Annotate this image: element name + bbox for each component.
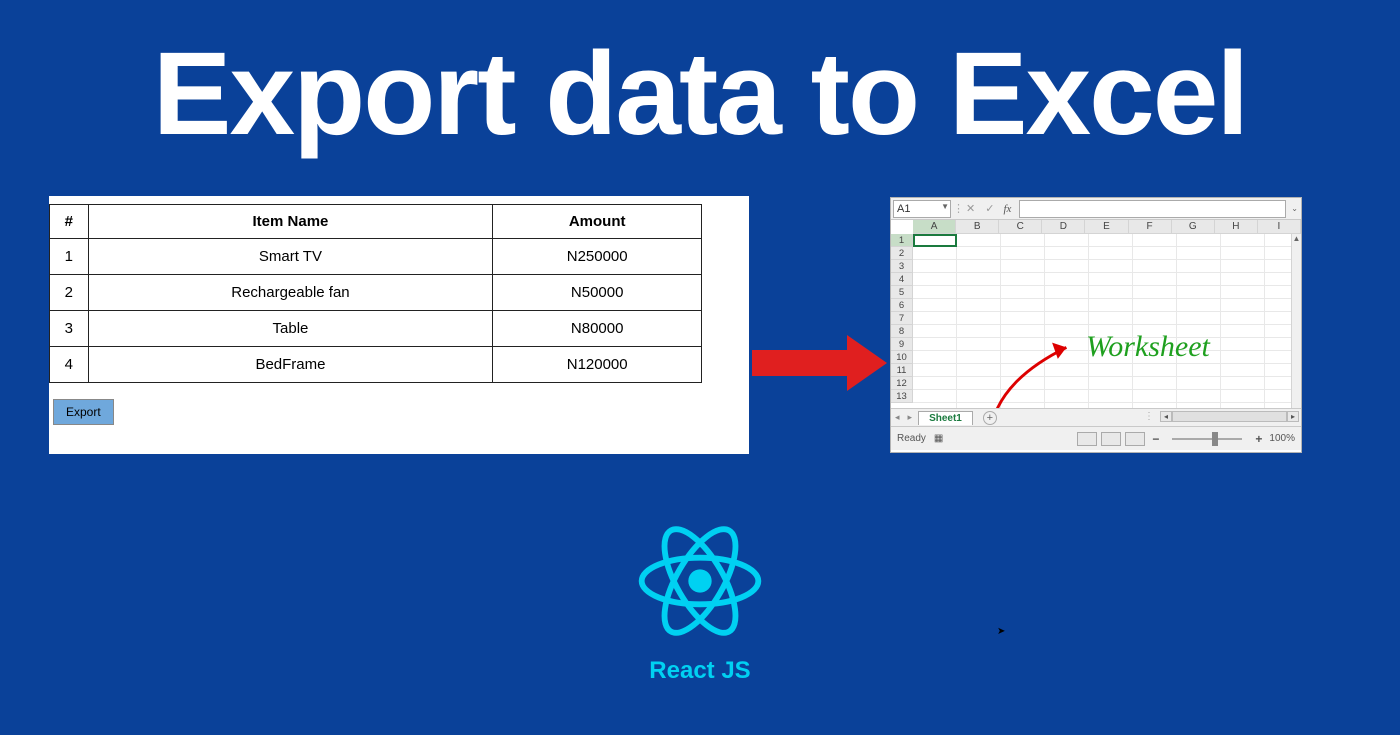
record-macro-icon[interactable]: ▦ <box>934 433 943 444</box>
column-header[interactable]: B <box>956 220 999 233</box>
row-header[interactable]: 13 <box>891 390 913 403</box>
row-headers: 1 2 3 4 5 6 7 8 9 10 11 12 13 <box>891 234 913 403</box>
view-page-break-icon[interactable] <box>1125 432 1145 446</box>
check-icon[interactable]: ✓ <box>980 202 999 215</box>
vertical-scrollbar[interactable]: ▲ <box>1291 234 1301 408</box>
column-header[interactable]: C <box>999 220 1042 233</box>
cell-item: Rechargeable fan <box>88 275 493 311</box>
separator-icon: ⋮ <box>1138 411 1160 422</box>
formula-bar: A1 ▼ ⋮ ✕ ✓ fx ⌄ <box>891 198 1301 220</box>
status-ready: Ready <box>897 433 926 444</box>
view-page-layout-icon[interactable] <box>1101 432 1121 446</box>
react-branding: React JS <box>630 516 770 685</box>
annotation-arrow-icon <box>973 335 1093 408</box>
zoom-slider[interactable] <box>1172 438 1242 440</box>
react-logo-icon <box>630 516 770 646</box>
cell-item: Table <box>88 311 493 347</box>
data-table: # Item Name Amount 1 Smart TV N250000 2 … <box>49 204 702 383</box>
horizontal-scrollbar[interactable] <box>1172 411 1287 422</box>
worksheet-annotation: Worksheet <box>1086 330 1210 364</box>
row-header[interactable]: 6 <box>891 299 913 312</box>
column-header[interactable]: G <box>1172 220 1215 233</box>
column-header[interactable]: A <box>913 220 956 233</box>
column-header[interactable]: I <box>1258 220 1301 233</box>
cell-amount: N120000 <box>493 347 702 383</box>
cursor-icon: ➤ <box>997 626 1005 637</box>
cell-amount: N80000 <box>493 311 702 347</box>
scroll-up-icon[interactable]: ▲ <box>1292 234 1301 244</box>
row-header[interactable]: 10 <box>891 351 913 364</box>
active-cell[interactable] <box>913 234 957 247</box>
row-header[interactable]: 7 <box>891 312 913 325</box>
fx-icon[interactable]: fx <box>999 203 1015 215</box>
sheet-tab[interactable]: Sheet1 <box>918 411 973 425</box>
row-header[interactable]: 11 <box>891 364 913 377</box>
data-table-panel: # Item Name Amount 1 Smart TV N250000 2 … <box>49 196 749 454</box>
row-header[interactable]: 4 <box>891 273 913 286</box>
header-item: Item Name <box>88 205 493 239</box>
row-header[interactable]: 3 <box>891 260 913 273</box>
zoom-level[interactable]: 100% <box>1269 433 1295 444</box>
scroll-left-icon[interactable]: ◂ <box>1160 411 1172 422</box>
arrow-icon <box>752 335 887 385</box>
column-headers: A B C D E F G H I <box>913 220 1301 234</box>
dropdown-icon[interactable]: ▼ <box>941 202 949 211</box>
name-box-value: A1 <box>897 203 910 215</box>
cell-index: 3 <box>50 311 89 347</box>
row-header[interactable]: 2 <box>891 247 913 260</box>
row-header[interactable]: 1 <box>891 234 913 247</box>
header-amount: Amount <box>493 205 702 239</box>
zoom-out-button[interactable]: − <box>1149 432 1162 446</box>
scroll-right-icon[interactable]: ▸ <box>1287 411 1299 422</box>
cells-area[interactable] <box>913 234 1291 408</box>
row-header[interactable]: 9 <box>891 338 913 351</box>
table-row: 1 Smart TV N250000 <box>50 239 702 275</box>
status-bar: Ready ▦ − + 100% <box>891 426 1301 450</box>
separator-icon: ⋮ <box>953 202 961 215</box>
column-header[interactable]: E <box>1085 220 1128 233</box>
row-header[interactable]: 12 <box>891 377 913 390</box>
cell-index: 2 <box>50 275 89 311</box>
table-row: 4 BedFrame N120000 <box>50 347 702 383</box>
cell-item: Smart TV <box>88 239 493 275</box>
excel-preview: A1 ▼ ⋮ ✕ ✓ fx ⌄ A B C D E F G H I 1 2 3 … <box>890 197 1302 453</box>
table-row: 3 Table N80000 <box>50 311 702 347</box>
cell-item: BedFrame <box>88 347 493 383</box>
sheet-nav-next-icon[interactable]: ▸ <box>904 412 917 423</box>
column-header[interactable]: H <box>1215 220 1258 233</box>
cell-index: 4 <box>50 347 89 383</box>
row-header[interactable]: 8 <box>891 325 913 338</box>
column-header[interactable]: F <box>1129 220 1172 233</box>
row-header[interactable]: 5 <box>891 286 913 299</box>
spreadsheet-grid[interactable]: A B C D E F G H I 1 2 3 4 5 6 7 8 9 10 1… <box>891 220 1301 408</box>
cell-index: 1 <box>50 239 89 275</box>
zoom-in-button[interactable]: + <box>1252 432 1265 446</box>
sheet-nav-prev-icon[interactable]: ◂ <box>891 412 904 423</box>
cancel-icon[interactable]: ✕ <box>961 202 980 215</box>
table-row: 2 Rechargeable fan N50000 <box>50 275 702 311</box>
zoom-slider-thumb[interactable] <box>1212 432 1218 446</box>
header-index: # <box>50 205 89 239</box>
cell-amount: N250000 <box>493 239 702 275</box>
column-header[interactable]: D <box>1042 220 1085 233</box>
sheet-tabs-bar: ◂ ▸ Sheet1 ➤ + ⋮ ◂ ▸ <box>891 408 1301 426</box>
dropdown-icon[interactable]: ⌄ <box>1288 204 1301 213</box>
view-normal-icon[interactable] <box>1077 432 1097 446</box>
formula-input[interactable] <box>1019 200 1286 218</box>
add-sheet-button[interactable]: + <box>983 411 997 425</box>
name-box[interactable]: A1 ▼ <box>893 200 951 218</box>
export-button[interactable]: Export <box>53 399 114 425</box>
react-label: React JS <box>630 657 770 685</box>
cell-amount: N50000 <box>493 275 702 311</box>
page-title: Export data to Excel <box>0 0 1400 160</box>
